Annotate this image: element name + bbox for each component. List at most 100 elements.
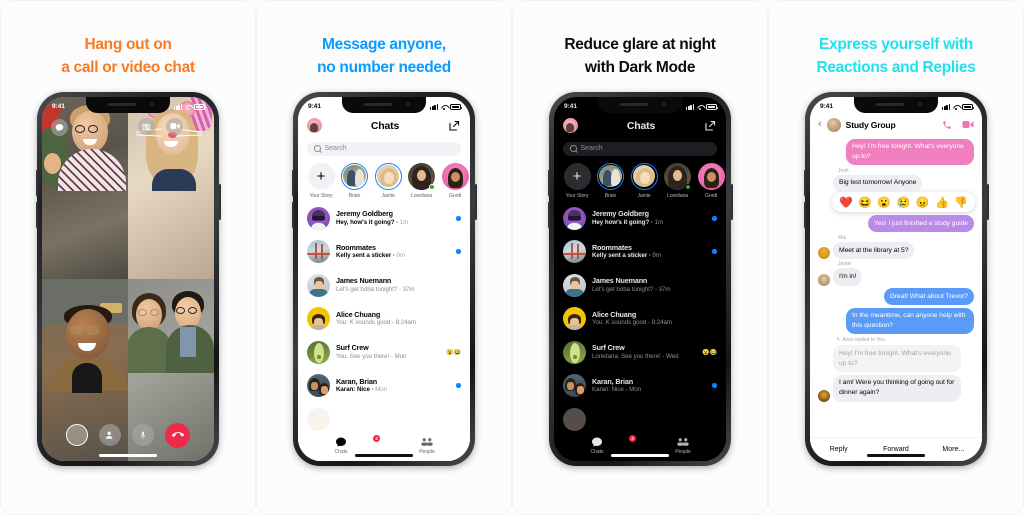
story-label: Jamie [381, 192, 395, 199]
chat-list-item[interactable]: Karan, Brian Karan: Nice - Mon [563, 369, 726, 403]
chat-list-item[interactable]: Surf Crew Loredana: See you there! - Wed… [563, 336, 726, 370]
message-action-bar: Reply Forward More... [810, 436, 982, 461]
message-row[interactable]: In the meantime, can anyone help with th… [818, 307, 974, 335]
message-row[interactable]: Hey! I'm free tonight. What's everyone u… [818, 138, 974, 166]
message-bubble[interactable]: Great! What about Trevor? [883, 288, 974, 306]
tab-chats[interactable]: 3 Chats [554, 434, 640, 455]
reaction-wow[interactable]: 😮 [877, 196, 891, 209]
tab-people[interactable]: People [384, 437, 470, 455]
profile-avatar[interactable] [563, 118, 578, 133]
chat-list-item[interactable]: Karan, Brian Karan: Nice · Mon [307, 369, 470, 403]
add-story-icon[interactable]: + [307, 162, 335, 190]
status-time: 9:41 [308, 103, 322, 110]
message-row[interactable]: Great! What about Trevor? [818, 288, 974, 306]
search-input[interactable]: Search [563, 141, 717, 156]
profile-avatar[interactable] [307, 118, 322, 133]
message-row[interactable]: I am! Were you thinking of going out for… [818, 374, 974, 402]
reaction-thumbs-down[interactable]: 👎 [954, 196, 968, 209]
tab-people[interactable]: People [640, 437, 726, 455]
people-icon [640, 437, 726, 448]
chat-list-item[interactable]: James Nuemann Let's get boba tonight? - … [307, 269, 470, 303]
status-icons [686, 103, 719, 110]
add-story-icon[interactable]: + [563, 162, 591, 190]
chat-list-item[interactable]: Roommates Kelly sent a sticker · 9m [307, 235, 470, 269]
avatar [307, 307, 330, 331]
voice-call-icon[interactable] [942, 120, 952, 130]
story-your-story[interactable]: + Your Story [563, 162, 591, 199]
thread-avatar[interactable] [826, 117, 841, 132]
message-row[interactable]: Hey! I'm free tonight. What's everyone u… [818, 345, 974, 373]
message-row[interactable]: Big test tomorrow! Anyone [818, 174, 974, 192]
message-bubble[interactable]: In the meantime, can anyone help with th… [846, 307, 974, 335]
chat-preview: You: K sounds good - 8:24am [336, 319, 416, 327]
story-gordi[interactable]: Gordi [697, 162, 725, 199]
mute-button[interactable] [132, 424, 154, 446]
chat-list-item[interactable]: Jeremy Goldberg Hey how's it going? · 1m [563, 202, 726, 236]
message-bubble[interactable]: I'm in! [833, 268, 863, 286]
quoted-message-bubble[interactable]: Hey! I'm free tonight. What's everyone u… [833, 345, 961, 373]
message-row[interactable]: I'm in! [818, 268, 974, 286]
phone-notch [854, 96, 938, 113]
shutter-button[interactable] [66, 424, 88, 446]
reaction-sad[interactable]: 😢 [897, 196, 911, 209]
message-bubble[interactable]: Big test tomorrow! Anyone [833, 174, 923, 192]
phone-notch [86, 96, 170, 113]
end-call-button[interactable] [165, 422, 190, 448]
chat-list: Jeremy Goldberg Hey, how's it going? · 1… [298, 202, 470, 434]
story-jamie[interactable]: Jamie [630, 162, 658, 199]
story-brian[interactable]: Brian [597, 162, 625, 199]
message-bubble[interactable]: Meet at the library at 5? [833, 241, 915, 259]
reaction-angry[interactable]: 😠 [916, 196, 930, 209]
camera-effects-button[interactable] [138, 117, 155, 135]
phone-screen: ‹ Study Group Hey! I'm free tonight. Wha… [810, 96, 982, 461]
search-placeholder: Search [324, 145, 347, 152]
chat-list-item[interactable]: Alice Chuang You: K sounds good - 8:24am [307, 302, 470, 336]
chat-list-item[interactable]: Jeremy Goldberg Hey, how's it going? · 1… [307, 202, 470, 236]
message-bubble[interactable]: Yes! I just finished a study guide [867, 215, 974, 233]
unread-indicator [712, 383, 717, 389]
story-gordi[interactable]: Gordi [441, 162, 469, 199]
story-loredana[interactable]: Loredana [408, 162, 436, 199]
reaction-heart[interactable]: ❤️ [839, 196, 853, 209]
back-icon[interactable]: ‹ [818, 119, 822, 130]
story-jamie[interactable]: Jamie [374, 162, 402, 199]
status-time: 9:41 [52, 103, 66, 110]
reaction-laugh[interactable]: 😆 [858, 196, 872, 209]
story-brian[interactable]: Brian [341, 162, 369, 199]
message-row[interactable]: Meet at the library at 5? [818, 241, 974, 259]
chat-bubble-icon: 3 [554, 434, 640, 448]
panel-headline: Message anyone, no number needed [317, 33, 451, 80]
chat-list-item-partial[interactable] [563, 403, 726, 434]
story-loredana[interactable]: Loredana [664, 162, 692, 199]
message-row[interactable]: Yes! I just finished a study guide [818, 215, 974, 233]
cellular-icon [942, 103, 950, 110]
more-button[interactable]: More... [925, 446, 982, 453]
home-indicator [355, 453, 413, 457]
chat-preview: Let's get boba tonight? - 37m [336, 285, 415, 293]
story-your-story[interactable]: + Your Story [307, 162, 335, 199]
battery-icon [194, 104, 207, 110]
chat-list-item[interactable]: James Nuemann Let's get boba tonight? - … [563, 269, 726, 303]
chat-list-item[interactable]: Surf Crew You: See you there! - Mon 😮😂 [307, 336, 470, 370]
tab-chats[interactable]: 3 Chats [298, 434, 384, 455]
chat-bubble-button[interactable] [51, 118, 68, 136]
battery-icon [450, 104, 463, 110]
search-input[interactable]: Search [307, 141, 461, 156]
reaction-thumbs-up[interactable]: 👍 [935, 196, 949, 209]
chat-list-item[interactable]: Alice Chuang You: K sounds good - 8:24am [563, 302, 726, 336]
chats-header: Chats [554, 114, 726, 138]
compose-icon[interactable] [448, 119, 461, 132]
message-bubble[interactable]: I am! Were you thinking of going out for… [833, 374, 961, 402]
reaction-picker[interactable]: ❤️ 😆 😮 😢 😠 👍 👎 [832, 192, 975, 213]
reply-button[interactable]: Reply [810, 446, 867, 453]
message-bubble[interactable]: Hey! I'm free tonight. What's everyone u… [846, 138, 974, 166]
chat-list-item-partial[interactable] [307, 403, 470, 434]
compose-icon[interactable] [704, 119, 717, 132]
add-person-button[interactable] [99, 424, 121, 446]
video-flip-button[interactable] [166, 117, 183, 135]
chat-list-item[interactable]: Roommates Kelly sent a sticker · 9m [563, 235, 726, 269]
panel-video-call: Hang out on a call or video chat 9:41 [0, 0, 256, 515]
forward-button[interactable]: Forward [867, 446, 924, 453]
video-call-icon[interactable] [962, 120, 974, 129]
phone-mockup: Chats Search + Your Story Brian Jamie Lo… [547, 91, 733, 466]
